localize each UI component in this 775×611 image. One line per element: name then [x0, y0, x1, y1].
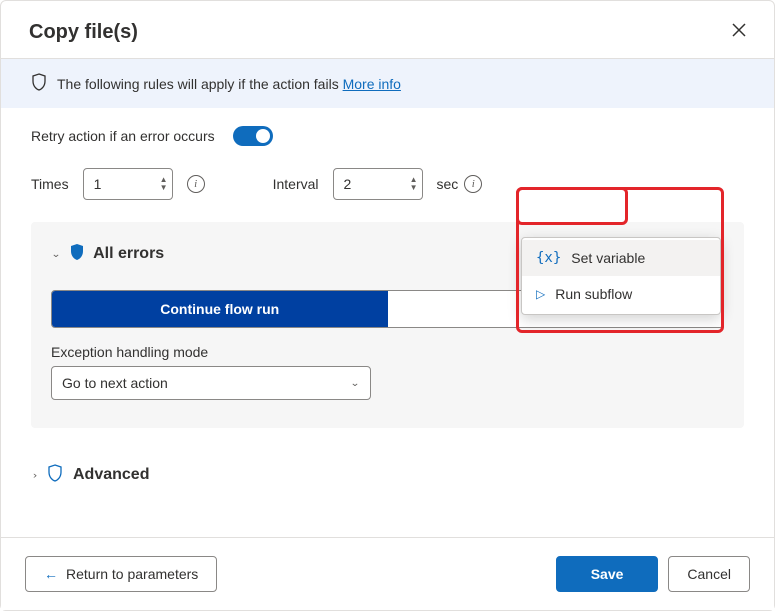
return-button[interactable]: ← Return to parameters: [25, 556, 217, 592]
advanced-title: Advanced: [73, 466, 149, 484]
info-icon[interactable]: i: [464, 175, 482, 193]
retry-toggle[interactable]: [233, 126, 273, 146]
retry-label: Retry action if an error occurs: [31, 128, 215, 144]
arrow-left-icon: ←: [44, 566, 58, 582]
info-banner: The following rules will apply if the ac…: [1, 58, 774, 108]
times-stepper[interactable]: ▲▼: [160, 176, 168, 192]
chevron-down-icon[interactable]: ⌄: [51, 248, 61, 259]
errors-title: All errors: [93, 245, 164, 263]
interval-input[interactable]: 2 ▲▼: [333, 168, 423, 200]
shield-icon: [47, 464, 63, 485]
shield-icon: [31, 73, 47, 94]
return-label: Return to parameters: [66, 566, 198, 582]
play-icon: ▷: [536, 287, 545, 301]
dialog-title: Copy file(s): [29, 21, 728, 44]
close-icon[interactable]: [728, 19, 750, 46]
times-input[interactable]: 1 ▲▼: [83, 168, 173, 200]
mode-label: Exception handling mode: [51, 344, 724, 360]
mode-value: Go to next action: [62, 375, 168, 391]
more-info-link[interactable]: More info: [343, 76, 401, 92]
save-button[interactable]: Save: [556, 556, 659, 592]
info-icon[interactable]: i: [187, 175, 205, 193]
variable-icon: {x}: [536, 250, 561, 266]
cancel-button[interactable]: Cancel: [668, 556, 750, 592]
menu-item-label: Run subflow: [555, 286, 632, 302]
menu-run-subflow[interactable]: ▷ Run subflow: [522, 276, 720, 312]
interval-stepper[interactable]: ▲▼: [410, 176, 418, 192]
seg-continue[interactable]: Continue flow run: [52, 291, 388, 327]
menu-set-variable[interactable]: {x} Set variable: [522, 240, 720, 276]
interval-label: Interval: [273, 176, 319, 192]
advanced-section[interactable]: › Advanced: [31, 456, 744, 493]
chevron-right-icon: ›: [33, 469, 37, 480]
banner-text: The following rules will apply if the ac…: [57, 76, 343, 92]
mode-select[interactable]: Go to next action ⌄: [51, 366, 371, 400]
chevron-down-icon: ⌄: [350, 377, 360, 388]
menu-item-label: Set variable: [571, 250, 645, 266]
times-value: 1: [94, 176, 102, 192]
interval-value: 2: [344, 176, 352, 192]
shield-icon: [69, 243, 85, 266]
interval-unit: sec: [437, 176, 459, 192]
times-label: Times: [31, 176, 69, 192]
new-rule-menu: {x} Set variable ▷ Run subflow: [521, 237, 721, 315]
